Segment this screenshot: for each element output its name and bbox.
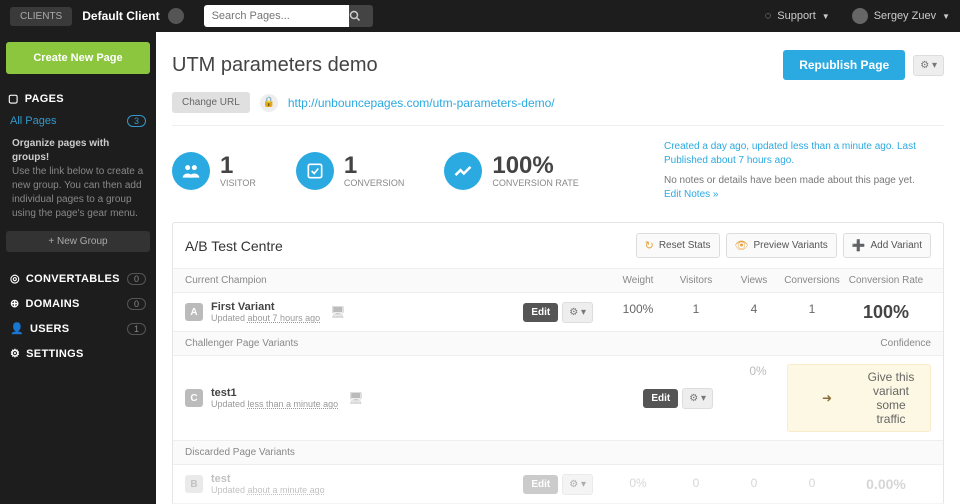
chevron-down-icon: ▼ (942, 12, 950, 21)
users-icon: 👤 (10, 322, 24, 335)
meta-timestamps[interactable]: Created a day ago, updated less than a m… (664, 141, 916, 166)
variant-name[interactable]: test1 (211, 387, 338, 399)
new-group-button[interactable]: + New Group (6, 231, 150, 252)
variant-gear-button[interactable]: ⚙ ▾ (562, 474, 593, 495)
support-icon: ◌ (765, 10, 772, 22)
sidebar-tip: Organize pages with groups!Use the link … (6, 133, 150, 225)
sidebar: Create New Page ▢PAGES All Pages3 Organi… (0, 32, 156, 504)
variant-name[interactable]: First Variant (211, 301, 320, 313)
stat-conversions: 1CONVERSION (296, 140, 405, 202)
monitor-icon[interactable]: 🖥 (330, 305, 345, 319)
settings-icon: ⚙ (10, 347, 20, 360)
sidebar-settings[interactable]: ⚙SETTINGS (6, 341, 150, 366)
sidebar-all-pages[interactable]: All Pages3 (6, 109, 150, 133)
ab-header-row: Current Champion WeightVisitorsViewsConv… (173, 269, 943, 293)
user-menu[interactable]: Sergey Zuev ▼ (844, 8, 950, 24)
search-input[interactable] (204, 5, 349, 27)
create-page-button[interactable]: Create New Page (6, 42, 150, 74)
ab-test-panel: A/B Test Centre ↻Reset Stats 👁Preview Va… (172, 222, 944, 504)
discarded-section-label: Discarded Page Variants (173, 441, 943, 465)
preview-variants-button[interactable]: 👁Preview Variants (726, 233, 837, 258)
clients-button[interactable]: CLIENTS (10, 7, 72, 26)
variant-gear-button[interactable]: ⚙ ▾ (682, 388, 713, 409)
arrow-icon: ➜ (798, 391, 856, 405)
rate-icon (444, 152, 482, 190)
convertables-icon: ◎ (10, 272, 20, 285)
change-url-button[interactable]: Change URL (172, 92, 250, 113)
edit-variant-button[interactable]: Edit (523, 475, 558, 494)
ab-title: A/B Test Centre (185, 238, 283, 254)
chevron-down-icon: ▼ (822, 12, 830, 21)
reset-stats-button[interactable]: ↻Reset Stats (636, 233, 720, 258)
visitors-icon (172, 152, 210, 190)
give-traffic-callout[interactable]: ➜Give this variant some traffic (787, 364, 931, 432)
plus-icon: ➕ (852, 239, 866, 252)
variant-gear-button[interactable]: ⚙ ▾ (562, 302, 593, 323)
edit-notes-link[interactable]: Edit Notes » (664, 189, 718, 200)
variant-name[interactable]: test (211, 473, 325, 485)
challenger-section-label: Challenger Page VariantsConfidence (173, 332, 943, 356)
variant-row-challenger: C test1Updated less than a minute ago 🖥 … (173, 356, 943, 441)
topbar: CLIENTS Default Client ◌ Support ▼ Serge… (0, 0, 960, 32)
variant-badge: B (185, 475, 203, 493)
edit-variant-button[interactable]: Edit (643, 389, 678, 408)
republish-button[interactable]: Republish Page (783, 50, 905, 80)
page-url-link[interactable]: http://unbouncepages.com/utm-parameters-… (288, 96, 555, 110)
variant-row-discarded: B testUpdated about a minute ago Edit ⚙ … (173, 465, 943, 504)
eye-icon: 👁 (735, 239, 749, 252)
stat-visitors: 1VISITOR (172, 140, 256, 202)
page-meta: Created a day ago, updated less than a m… (664, 140, 944, 202)
sidebar-convertables[interactable]: ◎CONVERTABLES0 (6, 266, 150, 291)
conversions-icon (296, 152, 334, 190)
lock-icon: 🔒 (260, 94, 278, 112)
page-gear-button[interactable]: ⚙ ▾ (913, 55, 944, 76)
pages-icon: ▢ (8, 92, 19, 105)
sidebar-pages-heading[interactable]: ▢PAGES (6, 88, 150, 109)
edit-variant-button[interactable]: Edit (523, 303, 558, 322)
variant-badge: C (185, 389, 203, 407)
page-title: UTM parameters demo (172, 54, 378, 77)
variant-row-champion: A First VariantUpdated about 7 hours ago… (173, 293, 943, 332)
support-menu[interactable]: ◌ Support ▼ (765, 10, 830, 22)
client-avatar[interactable] (168, 8, 184, 24)
globe-icon: ⊕ (10, 297, 20, 310)
sidebar-users[interactable]: 👤USERS1 (6, 316, 150, 341)
pages-count-badge: 3 (127, 115, 146, 127)
stat-rate: 100%CONVERSION RATE (444, 140, 578, 202)
client-name: Default Client (82, 9, 159, 23)
main-content: UTM parameters demo Republish Page ⚙ ▾ C… (156, 32, 960, 504)
add-variant-button[interactable]: ➕Add Variant (843, 233, 931, 258)
reset-icon: ↻ (645, 239, 654, 252)
monitor-icon[interactable]: 🖥 (348, 391, 363, 405)
user-avatar-icon (852, 8, 868, 24)
search-button[interactable] (349, 5, 373, 27)
sidebar-domains[interactable]: ⊕DOMAINS0 (6, 291, 150, 316)
variant-badge: A (185, 303, 203, 321)
